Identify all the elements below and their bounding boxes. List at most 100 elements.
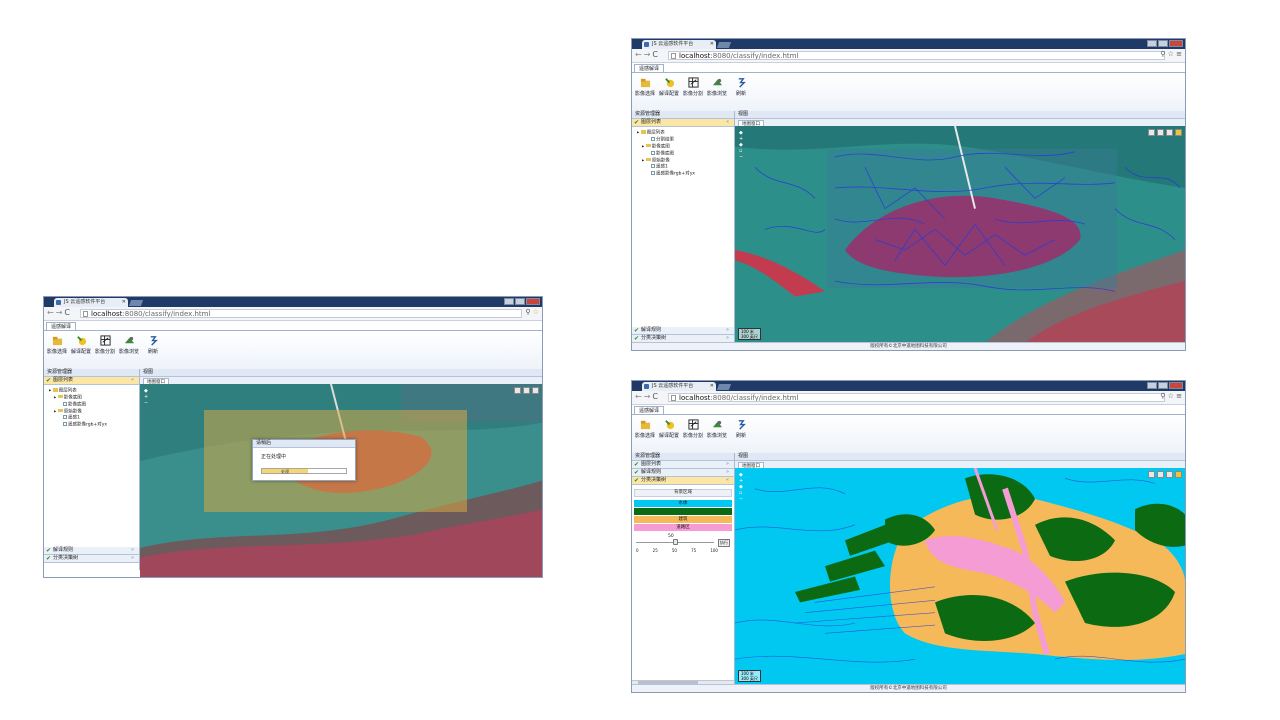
minimize-button[interactable] <box>1147 382 1157 389</box>
zoom-icon[interactable]: ⚲ <box>1160 50 1165 58</box>
back-icon[interactable]: ← <box>47 308 56 317</box>
close-window-button[interactable] <box>526 298 540 305</box>
zoom-icon[interactable]: ⚲ <box>525 308 530 316</box>
layer-checkbox-icon[interactable] <box>651 136 655 141</box>
collapse-icon[interactable]: « <box>726 477 729 484</box>
maximize-button[interactable] <box>515 298 525 305</box>
map-tool-icon[interactable] <box>523 387 530 394</box>
threshold-slider[interactable]: 50 执行 0 25 50 75 100 <box>636 534 730 554</box>
tree-item[interactable]: 遥感1 <box>637 164 734 171</box>
config-button[interactable]: 解译配置 <box>658 419 680 439</box>
select-image-button[interactable]: 影像选择 <box>46 335 68 355</box>
tree-item[interactable]: 遥感影像rgb+对yx <box>49 422 139 429</box>
map-canvas[interactable]: ◆ + − 请稍后 正在处理中 处理 <box>140 384 542 577</box>
expand-icon[interactable]: » <box>726 461 729 468</box>
config-button[interactable]: 解译配置 <box>70 335 92 355</box>
accordion-rules[interactable]: ✔ 解译规则» <box>632 327 734 335</box>
map-tool-icon[interactable] <box>1157 129 1164 136</box>
close-window-button[interactable] <box>1169 382 1183 389</box>
execute-button[interactable]: 执行 <box>718 539 730 547</box>
map-canvas[interactable]: ◆ + ◆ ▫ − 100 米 300 英尺 <box>735 468 1185 685</box>
layer-checkbox-icon[interactable] <box>651 171 655 176</box>
config-button[interactable]: 解译配置 <box>658 77 680 97</box>
new-tab-button[interactable] <box>716 384 732 390</box>
refresh-button[interactable]: 刷新 <box>730 77 752 97</box>
browse-image-button[interactable]: 影像浏览 <box>706 419 728 439</box>
menu-icon[interactable]: ≡ <box>1176 50 1182 58</box>
tree-group[interactable]: ▸ 影像底图 <box>49 394 139 402</box>
tree-group[interactable]: ▸ 原始影像 <box>637 157 734 165</box>
map-nav-control[interactable]: ◆ + − <box>144 388 148 406</box>
close-tab-icon[interactable]: ✕ <box>710 382 714 391</box>
minimize-button[interactable] <box>504 298 514 305</box>
slider-knob[interactable] <box>672 539 678 545</box>
tree-root[interactable]: ▸ 图层列表 <box>637 130 734 137</box>
url-input[interactable]: localhost:8080/classify/index.html <box>80 309 522 318</box>
layer-checkbox-icon[interactable] <box>63 415 67 420</box>
close-tab-icon[interactable]: ✕ <box>710 40 714 49</box>
segment-button[interactable]: 影像分割 <box>682 419 704 439</box>
legend-building[interactable]: 建筑 <box>634 516 732 523</box>
map-tool-icon-active[interactable] <box>1175 471 1182 478</box>
accordion-layers[interactable]: ✔ 图层列表 « <box>44 377 139 385</box>
browse-image-button[interactable]: 影像浏览 <box>706 77 728 97</box>
map-tool-icon-active[interactable] <box>1175 129 1182 136</box>
browser-tab[interactable]: JS 云遥感软件平台 ✕ <box>642 40 716 49</box>
collapse-icon[interactable]: « <box>726 119 729 126</box>
url-input[interactable]: localhost:8080/classify/index.html <box>668 51 1165 60</box>
tree-item[interactable]: 影像底图 <box>637 150 734 158</box>
map-nav-control[interactable]: ◆ + ◆ ▫ − <box>739 130 743 160</box>
reload-icon[interactable]: C <box>652 392 660 401</box>
menu-icon[interactable]: ≡ <box>1176 392 1182 400</box>
accordion-rules[interactable]: ✔ 解译规则» <box>632 469 734 477</box>
maximize-button[interactable] <box>1158 382 1168 389</box>
map-tool-icon[interactable] <box>1157 471 1164 478</box>
expand-icon[interactable]: » <box>726 327 729 334</box>
expand-icon[interactable]: » <box>131 555 134 562</box>
new-tab-button[interactable] <box>716 42 732 48</box>
map-nav-control[interactable]: ◆ + ◆ ▫ − <box>739 472 743 502</box>
accordion-classify[interactable]: ✔ 分类决策树 « <box>632 477 734 485</box>
accordion-rules[interactable]: ✔ 解译规则» <box>44 547 139 555</box>
legend-title[interactable]: 背景区域 <box>634 489 732 497</box>
tree-item[interactable]: 影像底图 <box>49 401 139 409</box>
browser-tab[interactable]: JS 云遥感软件平台 ✕ <box>54 298 128 307</box>
legend-forest[interactable] <box>634 508 732 515</box>
expand-icon[interactable]: » <box>726 335 729 342</box>
expand-icon[interactable]: » <box>726 469 729 476</box>
layer-checkbox-icon[interactable] <box>63 401 67 406</box>
expand-icon[interactable]: » <box>131 547 134 554</box>
segment-button[interactable]: 影像分割 <box>682 77 704 97</box>
legend-water[interactable]: 水体 <box>634 500 732 507</box>
zoom-icon[interactable]: ⚲ <box>1160 392 1165 400</box>
map-tool-icon[interactable] <box>514 387 521 394</box>
tree-item[interactable]: 分割结果 <box>637 136 734 144</box>
refresh-button[interactable]: 刷新 <box>730 419 752 439</box>
tree-item[interactable]: 遥感影像rgb+对yx <box>637 171 734 178</box>
map-tool-icon[interactable] <box>1148 129 1155 136</box>
reload-icon[interactable]: C <box>64 308 72 317</box>
map-tool-icon[interactable] <box>1166 471 1173 478</box>
map-canvas[interactable]: ◆ + ◆ ▫ − 100 米 300 英尺 <box>735 126 1185 343</box>
star-icon[interactable]: ☆ <box>533 308 539 316</box>
collapse-icon[interactable]: « <box>131 377 134 384</box>
tree-item[interactable]: 遥感1 <box>49 415 139 422</box>
refresh-button[interactable]: 刷新 <box>142 335 164 355</box>
star-icon[interactable]: ☆ <box>1168 50 1174 58</box>
minimize-button[interactable] <box>1147 40 1157 47</box>
maximize-button[interactable] <box>1158 40 1168 47</box>
layer-checkbox-icon[interactable] <box>651 150 655 155</box>
layer-checkbox-icon[interactable] <box>651 164 655 169</box>
accordion-layers[interactable]: ✔ 图层列表» <box>632 461 734 469</box>
legend-road[interactable]: 道路区 <box>634 524 732 531</box>
back-icon[interactable]: ← <box>635 392 644 401</box>
tree-group[interactable]: ▸ 影像底图 <box>637 143 734 151</box>
close-window-button[interactable] <box>1169 40 1183 47</box>
map-tool-icon[interactable] <box>532 387 539 394</box>
browser-tab[interactable]: JS 云遥感软件平台 ✕ <box>642 382 716 391</box>
map-tool-icon[interactable] <box>1166 129 1173 136</box>
close-tab-icon[interactable]: ✕ <box>122 298 126 307</box>
star-icon[interactable]: ☆ <box>1168 392 1174 400</box>
url-input[interactable]: localhost:8080/classify/index.html <box>668 393 1165 402</box>
select-image-button[interactable]: 影像选择 <box>634 419 656 439</box>
